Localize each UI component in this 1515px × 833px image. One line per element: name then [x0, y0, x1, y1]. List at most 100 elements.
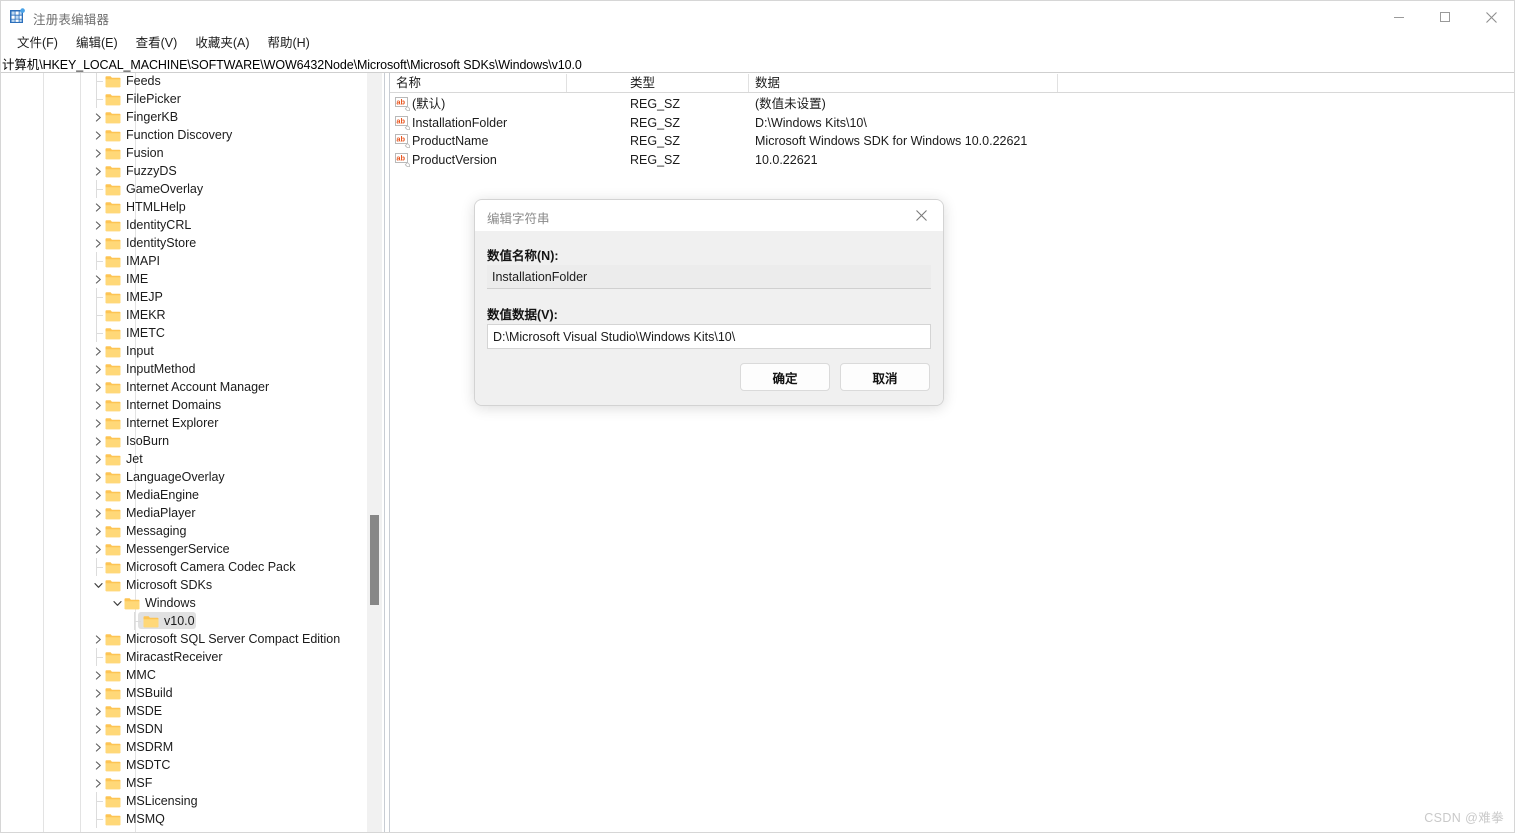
- chevron-right-icon[interactable]: [91, 198, 105, 216]
- column-header-data[interactable]: 数据: [755, 73, 780, 93]
- tree-item[interactable]: FuzzyDS: [1, 162, 373, 180]
- column-header-type[interactable]: 类型: [630, 73, 655, 93]
- tree-item[interactable]: IMEJP: [1, 288, 373, 306]
- chevron-right-icon[interactable]: [91, 540, 105, 558]
- chevron-right-icon[interactable]: [91, 432, 105, 450]
- column-divider[interactable]: [748, 74, 749, 92]
- value-name-input[interactable]: [487, 265, 931, 289]
- chevron-right-icon[interactable]: [91, 108, 105, 126]
- chevron-right-icon[interactable]: [91, 774, 105, 792]
- tree-item[interactable]: IMEKR: [1, 306, 373, 324]
- tree-item[interactable]: Jet: [1, 450, 373, 468]
- menu-item-file[interactable]: 文件(F): [8, 33, 67, 54]
- chevron-right-icon[interactable]: [91, 360, 105, 378]
- menu-item-view[interactable]: 查看(V): [127, 33, 187, 54]
- tree-item[interactable]: Internet Domains: [1, 396, 373, 414]
- tree-item[interactable]: MMC: [1, 666, 373, 684]
- tree-item[interactable]: MSDRM: [1, 738, 373, 756]
- chevron-right-icon[interactable]: [91, 342, 105, 360]
- chevron-down-icon[interactable]: [91, 576, 105, 594]
- ok-button[interactable]: 确定: [740, 363, 830, 391]
- tree-item[interactable]: FingerKB: [1, 108, 373, 126]
- tree-item[interactable]: MSMQ: [1, 810, 373, 828]
- tree-item[interactable]: v10.0: [1, 612, 373, 630]
- tree-item[interactable]: IMETC: [1, 324, 373, 342]
- tree-item[interactable]: InputMethod: [1, 360, 373, 378]
- menu-item-edit[interactable]: 编辑(E): [67, 33, 127, 54]
- value-data-input[interactable]: [487, 324, 931, 349]
- tree-item[interactable]: FilePicker: [1, 90, 373, 108]
- chevron-right-icon[interactable]: [91, 162, 105, 180]
- chevron-right-icon[interactable]: [91, 684, 105, 702]
- tree-item[interactable]: MSDN: [1, 720, 373, 738]
- chevron-right-icon[interactable]: [91, 234, 105, 252]
- pane-splitter[interactable]: [384, 73, 385, 832]
- cancel-button[interactable]: 取消: [840, 363, 930, 391]
- chevron-right-icon[interactable]: [91, 702, 105, 720]
- tree-item[interactable]: MediaEngine: [1, 486, 373, 504]
- tree-item[interactable]: MiracastReceiver: [1, 648, 373, 666]
- chevron-right-icon[interactable]: [91, 738, 105, 756]
- tree-item[interactable]: IsoBurn: [1, 432, 373, 450]
- maximize-icon[interactable]: [1422, 1, 1468, 33]
- tree-item[interactable]: HTMLHelp: [1, 198, 373, 216]
- dialog-close-icon[interactable]: [899, 200, 943, 231]
- tree-item[interactable]: MSLicensing: [1, 792, 373, 810]
- chevron-right-icon[interactable]: [91, 468, 105, 486]
- tree-item[interactable]: MediaPlayer: [1, 504, 373, 522]
- tree-scrollbar[interactable]: [367, 73, 382, 832]
- chevron-right-icon[interactable]: [91, 270, 105, 288]
- tree-item[interactable]: Feeds: [1, 73, 373, 90]
- tree-item[interactable]: Input: [1, 342, 373, 360]
- tree-item[interactable]: IdentityStore: [1, 234, 373, 252]
- menu-item-favorites[interactable]: 收藏夹(A): [186, 33, 258, 54]
- tree-item[interactable]: Internet Explorer: [1, 414, 373, 432]
- chevron-right-icon[interactable]: [91, 486, 105, 504]
- tree-scrollbar-thumb[interactable]: [370, 515, 379, 605]
- chevron-right-icon[interactable]: [91, 504, 105, 522]
- chevron-down-icon[interactable]: [110, 594, 124, 612]
- chevron-right-icon[interactable]: [91, 378, 105, 396]
- chevron-right-icon[interactable]: [91, 450, 105, 468]
- column-header-name[interactable]: 名称: [396, 73, 421, 93]
- tree-item[interactable]: GameOverlay: [1, 180, 373, 198]
- chevron-right-icon[interactable]: [91, 216, 105, 234]
- tree-item[interactable]: Internet Account Manager: [1, 378, 373, 396]
- chevron-right-icon[interactable]: [91, 126, 105, 144]
- tree-item[interactable]: LanguageOverlay: [1, 468, 373, 486]
- tree-item[interactable]: MessengerService: [1, 540, 373, 558]
- menu-item-help[interactable]: 帮助(H): [258, 33, 318, 54]
- tree-item[interactable]: MSDTC: [1, 756, 373, 774]
- tree-item[interactable]: IMAPI: [1, 252, 373, 270]
- value-row[interactable]: ab ProductName REG_SZ Microsoft Windows SDK…: [390, 132, 1514, 150]
- column-divider[interactable]: [566, 74, 567, 92]
- tree-item[interactable]: Microsoft Camera Codec Pack: [1, 558, 373, 576]
- chevron-right-icon[interactable]: [91, 720, 105, 738]
- tree-item[interactable]: MSDE: [1, 702, 373, 720]
- value-row[interactable]: ab ProductVersion REG_SZ 10.0.22621: [390, 151, 1514, 169]
- chevron-right-icon[interactable]: [91, 756, 105, 774]
- tree-item[interactable]: Windows: [1, 594, 373, 612]
- column-divider[interactable]: [1057, 74, 1058, 92]
- chevron-right-icon[interactable]: [91, 630, 105, 648]
- close-icon[interactable]: [1468, 1, 1514, 33]
- registry-tree-pane[interactable]: Feeds FilePicker FingerKB Function Discover…: [1, 73, 387, 832]
- value-row[interactable]: ab (默认) REG_SZ (数值未设置): [390, 95, 1514, 113]
- chevron-right-icon[interactable]: [91, 396, 105, 414]
- value-row[interactable]: ab InstallationFolder REG_SZ D:\Windows Kit…: [390, 114, 1514, 132]
- address-bar[interactable]: 计算机\HKEY_LOCAL_MACHINE\SOFTWARE\WOW6432N…: [1, 54, 1514, 73]
- tree-item[interactable]: IdentityCRL: [1, 216, 373, 234]
- chevron-right-icon[interactable]: [91, 666, 105, 684]
- tree-item[interactable]: Fusion: [1, 144, 373, 162]
- tree-item[interactable]: MSF: [1, 774, 373, 792]
- minimize-icon[interactable]: [1376, 1, 1422, 33]
- tree-item[interactable]: Microsoft SDKs: [1, 576, 373, 594]
- tree-item[interactable]: MSBuild: [1, 684, 373, 702]
- chevron-right-icon[interactable]: [91, 414, 105, 432]
- tree-item[interactable]: Microsoft SQL Server Compact Edition: [1, 630, 373, 648]
- chevron-right-icon[interactable]: [91, 144, 105, 162]
- tree-item[interactable]: Messaging: [1, 522, 373, 540]
- tree-item[interactable]: Function Discovery: [1, 126, 373, 144]
- tree-item[interactable]: IME: [1, 270, 373, 288]
- registry-value-pane[interactable]: 名称 类型 数据 ab (默认) REG_SZ (数值未设置) ab Installati…: [390, 73, 1514, 832]
